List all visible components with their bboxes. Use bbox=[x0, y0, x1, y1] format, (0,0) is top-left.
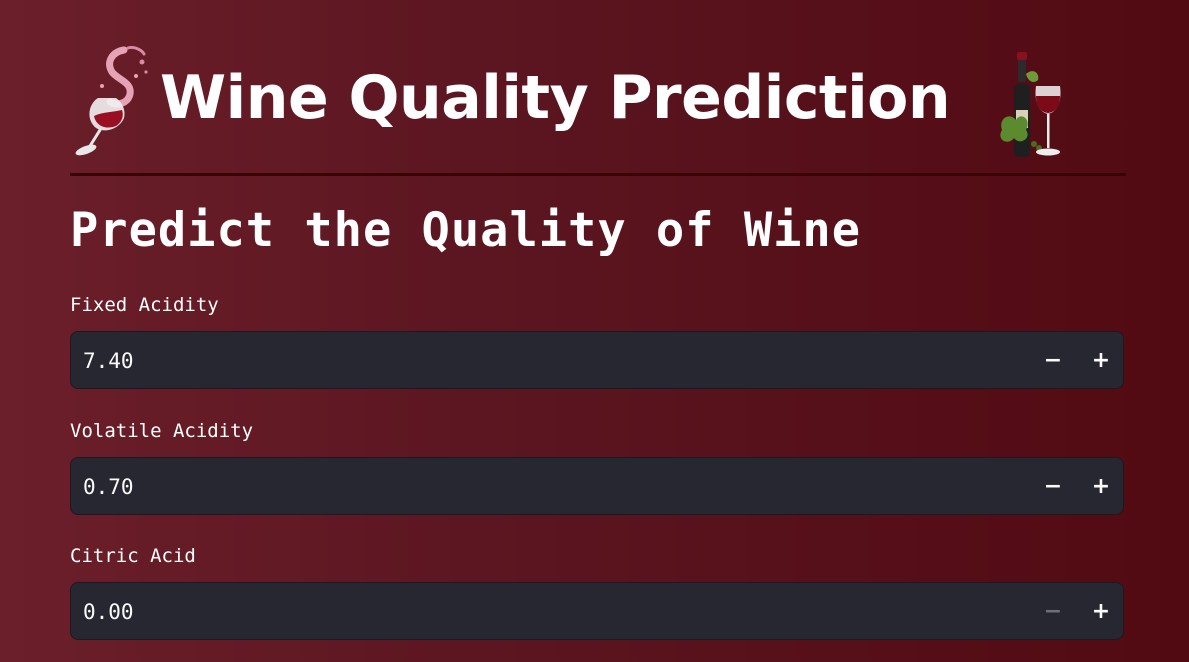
citric-acid-input[interactable] bbox=[83, 583, 983, 641]
fixed-acidity-label: Fixed Acidity bbox=[70, 294, 219, 316]
wine-splash-glass-icon bbox=[75, 46, 148, 156]
volatile-acidity-decrement-button[interactable]: − bbox=[1033, 467, 1073, 507]
fixed-acidity-increment-button[interactable]: + bbox=[1081, 341, 1121, 381]
fixed-acidity-input-group: − + bbox=[70, 331, 1124, 390]
volatile-acidity-input[interactable] bbox=[83, 458, 983, 516]
header-divider bbox=[70, 173, 1126, 176]
wine-bottle-glass-icon bbox=[1000, 52, 1061, 157]
volatile-acidity-label: Volatile Acidity bbox=[70, 420, 254, 442]
fixed-acidity-decrement-button[interactable]: − bbox=[1033, 341, 1073, 381]
citric-acid-input-group: − + bbox=[70, 582, 1124, 641]
citric-acid-label: Citric Acid bbox=[70, 545, 196, 567]
app-title: Wine Quality Prediction bbox=[160, 63, 951, 133]
fixed-acidity-input[interactable] bbox=[83, 332, 983, 390]
header: Wine Quality Prediction bbox=[70, 40, 1126, 170]
citric-acid-increment-button[interactable]: + bbox=[1081, 592, 1121, 632]
page-subtitle: Predict the Quality of Wine bbox=[70, 203, 862, 258]
citric-acid-decrement-button[interactable]: − bbox=[1033, 592, 1073, 632]
volatile-acidity-increment-button[interactable]: + bbox=[1081, 467, 1121, 507]
main-container: Wine Quality Prediction Predict the Qual… bbox=[70, 0, 1126, 662]
volatile-acidity-input-group: − + bbox=[70, 457, 1124, 516]
